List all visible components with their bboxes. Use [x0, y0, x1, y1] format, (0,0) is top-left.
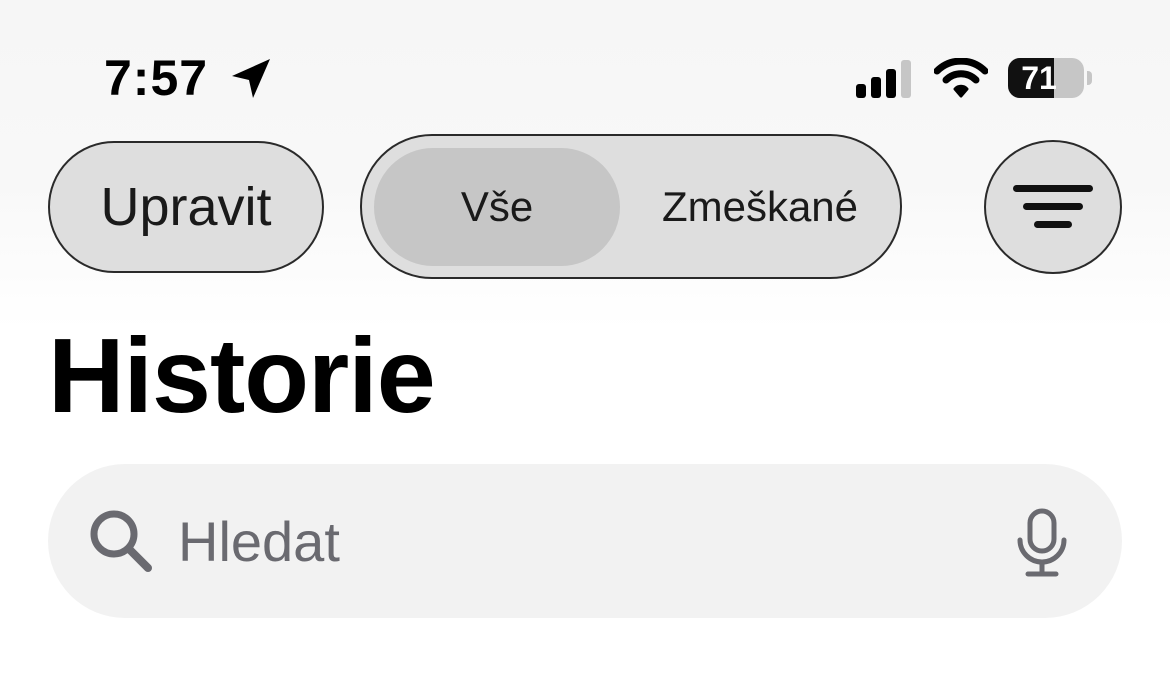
segment-missed[interactable]: Zmeškané: [632, 148, 888, 266]
battery-cap: [1087, 71, 1092, 85]
status-time: 7:57: [104, 50, 209, 106]
battery-percent-label: 71: [1021, 60, 1057, 96]
battery-body: 71: [1008, 58, 1084, 98]
search-input[interactable]: [178, 498, 998, 584]
page-title: Historie: [48, 317, 436, 435]
edit-button[interactable]: Upravit: [48, 141, 324, 273]
segment-all[interactable]: Vše: [374, 148, 620, 266]
magnifier-icon: [90, 510, 152, 572]
location-arrow-icon: [232, 59, 270, 98]
battery-icon: 71: [1008, 58, 1092, 100]
search-bar[interactable]: [48, 464, 1122, 618]
cellular-signal-icon: [856, 60, 911, 98]
calls-filter-segmented-control: Vše Zmeškané: [360, 134, 902, 279]
filter-lines-icon: [1013, 185, 1093, 228]
wifi-icon: [934, 58, 988, 98]
filter-button[interactable]: [984, 140, 1122, 274]
phone-screen: 7:57 71 Upravit Vše Zmeškané Historie Hl…: [0, 0, 1170, 695]
microphone-icon[interactable]: [1014, 508, 1070, 578]
